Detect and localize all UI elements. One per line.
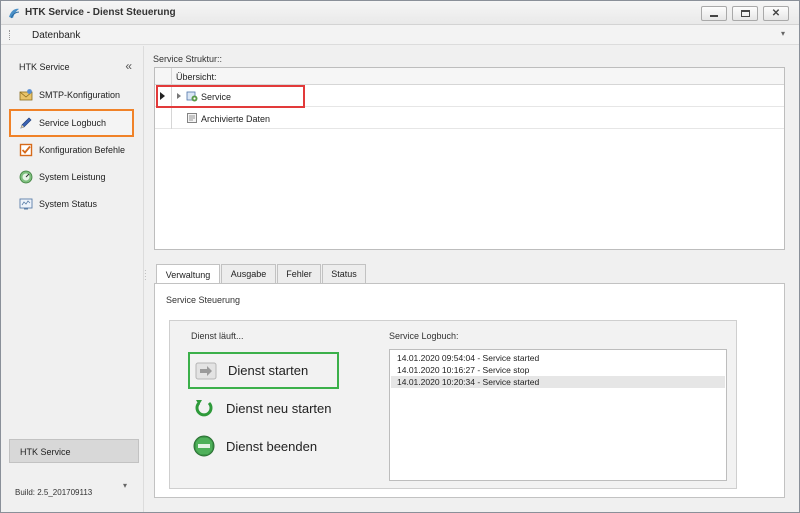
- collapse-icon[interactable]: «: [125, 59, 132, 73]
- minimize-button[interactable]: [701, 6, 727, 21]
- tab-panel-verwaltung: Service Steuerung Dienst läuft... Dienst…: [154, 283, 785, 498]
- log-title: Service Logbuch:: [389, 331, 459, 341]
- sidebar-item-system-leistung[interactable]: System Leistung: [9, 165, 134, 189]
- sidebar-item-konfiguration-befehle[interactable]: Konfiguration Befehle: [9, 138, 134, 162]
- app-logo-icon: [9, 8, 20, 19]
- maximize-icon: [740, 10, 750, 17]
- structure-title: Service Struktur::: [153, 54, 223, 64]
- window-title: HTK Service - Dienst Steuerung: [25, 7, 176, 18]
- sidebar-item-system-status[interactable]: System Status: [9, 192, 134, 216]
- arrow-right-icon: [195, 360, 217, 382]
- stop-icon: [193, 435, 215, 457]
- service-row-highlight: [156, 85, 305, 108]
- gauge-icon: [19, 170, 33, 184]
- sidebar-item-label: System Leistung: [39, 172, 106, 182]
- tab-fehler[interactable]: Fehler: [277, 264, 321, 284]
- menu-grip[interactable]: [9, 30, 11, 40]
- archive-icon: [187, 113, 197, 123]
- sidebar-item-smtp[interactable]: SMTP-Konfiguration: [9, 83, 134, 107]
- sidebar-dropdown-icon[interactable]: ▾: [123, 481, 127, 490]
- sidebar-item-service-logbuch[interactable]: Service Logbuch: [9, 109, 134, 137]
- sidebar-header-label: HTK Service: [19, 62, 70, 72]
- log-entry[interactable]: 14.01.2020 09:54:04 - Service started: [391, 352, 725, 364]
- tree-column-label[interactable]: Übersicht:: [176, 72, 217, 82]
- restart-icon: [193, 397, 215, 419]
- splitter-handle[interactable]: · · · ·: [144, 267, 147, 284]
- close-icon: ✕: [771, 8, 781, 19]
- main-window: HTK Service - Dienst Steuerung ✕ Datenba…: [0, 0, 800, 513]
- restart-service-button[interactable]: Dienst neu starten: [188, 391, 336, 425]
- sidebar-item-label: System Status: [39, 199, 98, 209]
- start-service-label: Dienst starten: [228, 363, 309, 378]
- build-version: Build: 2.5_201709113: [15, 488, 93, 497]
- stop-service-label: Dienst beenden: [226, 438, 318, 454]
- tree-column-header: Übersicht:: [155, 68, 784, 85]
- sidebar-item-label: SMTP-Konfiguration: [39, 90, 121, 100]
- tab-ausgabe[interactable]: Ausgabe: [221, 264, 276, 284]
- sidebar: HTK Service « SMTP-Konfiguration Service…: [1, 46, 144, 512]
- tree-row-label: Archivierte Daten: [201, 114, 271, 124]
- maximize-button[interactable]: [732, 6, 758, 21]
- tab-verwaltung[interactable]: Verwaltung: [156, 264, 220, 285]
- sidebar-footer-label: HTK Service: [20, 447, 71, 457]
- log-entry[interactable]: 14.01.2020 10:20:34 - Service started: [391, 376, 725, 388]
- control-title: Service Steuerung: [166, 295, 241, 305]
- monitor-icon: [19, 197, 33, 211]
- sidebar-item-label: Service Logbuch: [39, 118, 107, 128]
- tree-header-gutter: [155, 68, 172, 85]
- start-service-button[interactable]: Dienst starten: [188, 352, 339, 389]
- service-log-list[interactable]: 14.01.2020 09:54:04 - Service started 14…: [389, 349, 727, 481]
- tab-status[interactable]: Status: [322, 264, 366, 284]
- sidebar-footer-button[interactable]: HTK Service: [9, 439, 139, 463]
- row-gutter: [155, 108, 172, 129]
- menu-bar: Datenbank ▾: [1, 25, 799, 45]
- title-bar: HTK Service - Dienst Steuerung ✕: [1, 1, 799, 25]
- mail-settings-icon: [19, 88, 33, 102]
- minimize-icon: [710, 15, 718, 17]
- close-button[interactable]: ✕: [763, 6, 789, 21]
- log-entry[interactable]: 14.01.2020 10:16:27 - Service stop: [391, 364, 725, 376]
- pen-icon: [19, 116, 33, 130]
- checkbox-icon: [19, 143, 33, 157]
- sidebar-header: HTK Service «: [9, 58, 134, 76]
- menu-item-datenbank[interactable]: Datenbank: [32, 30, 80, 41]
- tree-row-archivierte-daten[interactable]: Archivierte Daten: [155, 108, 784, 129]
- service-status-label: Dienst läuft...: [191, 331, 244, 341]
- restart-service-label: Dienst neu starten: [226, 400, 332, 416]
- stop-service-button[interactable]: Dienst beenden: [188, 429, 336, 463]
- menu-dropdown-icon[interactable]: ▾: [781, 29, 785, 38]
- sidebar-item-label: Konfiguration Befehle: [39, 145, 126, 155]
- service-control-group: Dienst läuft... Dienst starten Dienst ne…: [169, 320, 737, 489]
